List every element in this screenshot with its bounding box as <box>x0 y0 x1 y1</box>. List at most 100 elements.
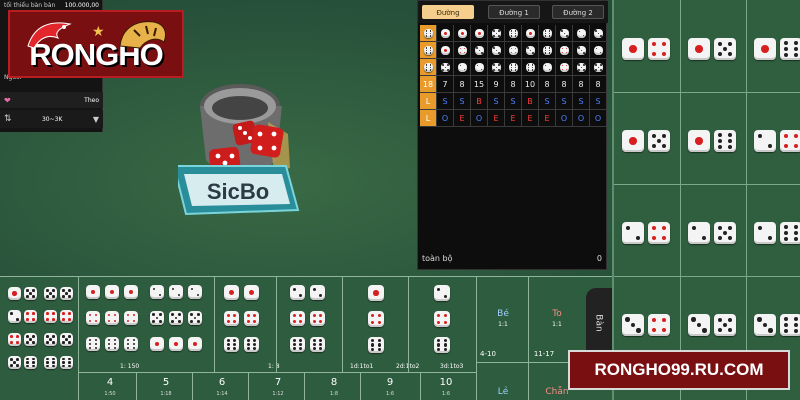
pair-bet-cell[interactable] <box>746 184 800 276</box>
tab-road[interactable]: Đường <box>422 5 474 19</box>
follow-label: Theo <box>84 96 99 104</box>
die-4 <box>780 130 800 152</box>
die-6 <box>780 38 800 60</box>
die-6 <box>714 130 736 152</box>
table-line <box>214 277 215 372</box>
sicbo-label: SicBo <box>207 179 269 204</box>
road-die <box>424 29 433 38</box>
triple-die <box>188 285 202 299</box>
road-die <box>543 46 552 55</box>
pair-bet-cell[interactable] <box>680 184 746 276</box>
road-die <box>509 46 518 55</box>
pair-bet-cell[interactable] <box>680 92 746 184</box>
road-size-cell: S <box>454 93 471 110</box>
road-size-cell: B <box>471 93 488 110</box>
sum-bet-5[interactable]: 5 <box>146 377 186 388</box>
pair-die <box>224 311 239 326</box>
road-dice-cell <box>488 25 505 42</box>
road-die <box>424 46 433 55</box>
triple-die <box>188 337 202 351</box>
die-5 <box>714 314 736 336</box>
pair-bet-cell[interactable] <box>614 92 680 184</box>
road-die <box>577 63 586 72</box>
sum-bet-9[interactable]: 9 <box>370 377 410 388</box>
sum-payout: 1:18 <box>160 391 172 397</box>
road-size-cell: S <box>437 93 454 110</box>
sum-payout: 1:14 <box>216 391 228 397</box>
tab-road-2[interactable]: Đường 2 <box>552 5 604 19</box>
tab-road-1[interactable]: Đường 1 <box>488 5 540 19</box>
road-die <box>526 46 535 55</box>
die-6 <box>780 314 800 336</box>
left-col-die <box>8 310 21 323</box>
road-die <box>509 63 518 72</box>
big-range: 11-17 <box>533 350 555 358</box>
road-dice-cell <box>522 42 539 59</box>
odd-bet-label[interactable]: Lẻ <box>478 387 528 397</box>
sum-bet-8[interactable]: 8 <box>314 377 354 388</box>
road-parity-cell: E <box>522 110 539 127</box>
total-label: toàn bộ <box>422 254 453 263</box>
die-1 <box>622 38 644 60</box>
road-dice-cell <box>522 25 539 42</box>
sum-bet-10[interactable]: 10 <box>426 377 466 388</box>
tiger-icon <box>119 21 167 49</box>
die-3 <box>622 314 644 336</box>
pair-die <box>290 285 305 300</box>
table-line <box>342 277 343 372</box>
road-dice-cell <box>556 42 573 59</box>
sum-bet-6[interactable]: 6 <box>202 377 242 388</box>
road-die <box>441 29 450 38</box>
road-dice-cell <box>539 42 556 59</box>
bet-limit-selector[interactable]: ⇅ 30~3K ▼ <box>0 110 103 128</box>
road-size-cell: S <box>505 93 522 110</box>
die-2 <box>754 130 776 152</box>
left-col-die <box>8 287 21 300</box>
road-dice-cell <box>539 59 556 76</box>
road-die <box>509 29 518 38</box>
sum-bet-7[interactable]: 7 <box>258 377 298 388</box>
road-parity-cell: O <box>471 110 488 127</box>
road-dice-cell <box>437 42 454 59</box>
pair-bet-cell[interactable] <box>746 0 800 92</box>
table-line <box>192 372 193 400</box>
small-bet-label[interactable]: Bé <box>478 309 528 319</box>
road-size-cell: S <box>573 93 590 110</box>
road-dice-cell <box>471 42 488 59</box>
big-bet-label[interactable]: To <box>532 309 582 319</box>
red-die-2 <box>250 124 284 158</box>
pair-die <box>310 311 325 326</box>
pair-bet-cell[interactable] <box>746 92 800 184</box>
triple-die <box>105 311 119 325</box>
road-dice-cell <box>488 59 505 76</box>
road-sum-cell: 9 <box>488 76 505 93</box>
follow-button[interactable]: ❤ Theo <box>0 92 103 108</box>
die-3 <box>754 314 776 336</box>
road-sum-cell: 8 <box>573 76 590 93</box>
triple-die <box>150 311 164 325</box>
die-6 <box>780 222 800 244</box>
road-die <box>543 63 552 72</box>
die-1 <box>754 38 776 60</box>
pair-bet-cell[interactable] <box>614 184 680 276</box>
triple-1d-payout: 1d:1to1 <box>350 363 374 370</box>
road-dice-cell <box>420 42 437 59</box>
sum-payout: 1:6 <box>385 391 395 397</box>
left-col-die <box>60 356 73 369</box>
road-die <box>441 63 450 72</box>
road-size-cell: S <box>539 93 556 110</box>
road-die <box>492 63 501 72</box>
sum-payout: 1:6 <box>441 391 451 397</box>
triple-die <box>86 311 100 325</box>
sum-bet-4[interactable]: 4 <box>90 377 130 388</box>
road-size-cell: B <box>522 93 539 110</box>
left-col-die <box>8 356 21 369</box>
single-die <box>434 311 450 327</box>
pair-bet-cell[interactable] <box>614 0 680 92</box>
chevron-down-icon: ▼ <box>92 114 99 124</box>
pair-bet-cell[interactable] <box>680 0 746 92</box>
road-dice-cell <box>488 42 505 59</box>
road-sum-cell: 7 <box>437 76 454 93</box>
die-2 <box>622 222 644 244</box>
betting-table: 1: 150 1: 8 1d:1to1 2d:1to2 3d:1to3 Bé 1… <box>0 276 612 400</box>
